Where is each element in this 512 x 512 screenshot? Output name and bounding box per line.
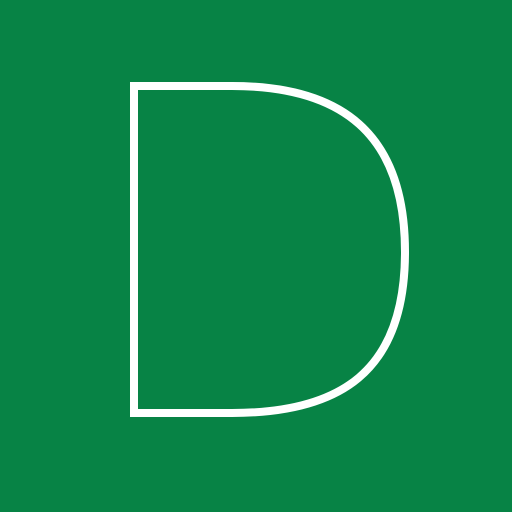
app-icon-tile <box>0 0 512 512</box>
icon-background <box>0 0 512 512</box>
